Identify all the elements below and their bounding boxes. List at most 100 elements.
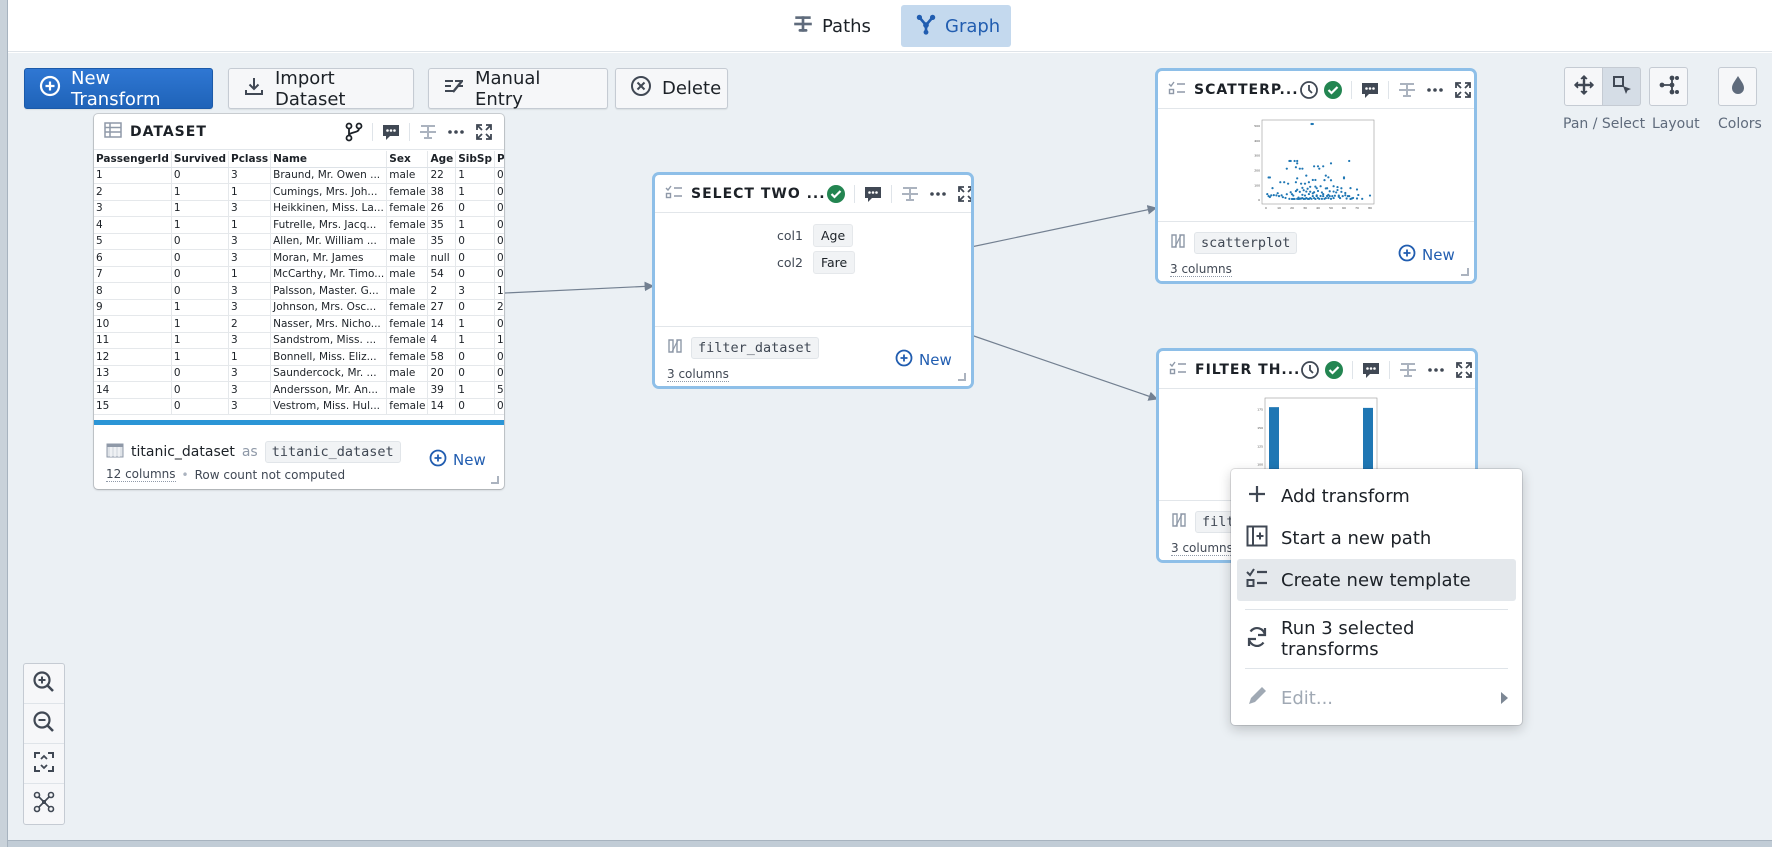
resize-handle[interactable] xyxy=(958,373,966,381)
menu-item-start-new-path[interactable]: Start a new path xyxy=(1237,517,1516,559)
table-row[interactable]: 1012Nasser, Mrs. Nicho...female1410237 xyxy=(94,315,504,333)
delete-label: Delete xyxy=(662,78,722,99)
scatter-point xyxy=(1344,194,1347,197)
dataset-node-header: DATASET xyxy=(94,114,504,150)
fit-to-view-button[interactable] xyxy=(24,744,64,784)
layout-button[interactable] xyxy=(1649,67,1688,106)
paths-icon[interactable] xyxy=(900,184,920,204)
more-icon[interactable] xyxy=(446,122,466,142)
table-row[interactable]: 1211Bonnell, Miss. Eliz...female5800113 xyxy=(94,348,504,366)
comment-icon[interactable] xyxy=(381,122,401,142)
graph-canvas[interactable]: New Transform Import Dataset Manual Entr… xyxy=(8,53,1772,840)
scatterplot-node[interactable]: SCATTERP... 0 100 200 300 400 500 0 10 20 30 40 50 6… xyxy=(1158,71,1474,281)
colors-button[interactable] xyxy=(1718,67,1757,106)
column-header[interactable]: SibSp xyxy=(455,151,495,168)
scatterplot-preview[interactable]: 0 100 200 300 400 500 0 10 20 30 40 50 60 70 80 xyxy=(1248,116,1378,212)
comment-icon[interactable] xyxy=(1361,360,1381,380)
param-value[interactable]: Fare xyxy=(812,251,856,274)
column-header[interactable]: Age xyxy=(427,151,457,168)
scatter-point xyxy=(1322,165,1325,168)
zoom-in-button[interactable] xyxy=(24,664,64,704)
menu-item-create-new-template[interactable]: Create new template xyxy=(1237,559,1516,601)
import-dataset-button[interactable]: Import Dataset xyxy=(228,68,414,110)
menu-item-add-transform[interactable]: Add transform xyxy=(1237,475,1516,517)
select-new-button[interactable]: New xyxy=(895,349,952,371)
scatter-point xyxy=(1319,194,1322,198)
column-header[interactable]: Sex xyxy=(386,151,429,168)
more-icon[interactable] xyxy=(928,184,948,204)
pan-button[interactable] xyxy=(1564,67,1603,106)
paths-icon[interactable] xyxy=(418,122,438,142)
paths-icon[interactable] xyxy=(1398,360,1418,380)
table-row[interactable]: 1303Saundercock, Mr. ...male2000A/5 xyxy=(94,365,504,382)
column-header[interactable]: Name xyxy=(270,151,388,168)
delete-button[interactable]: Delete xyxy=(615,68,728,109)
submenu-caret-icon xyxy=(1501,692,1508,704)
more-icon[interactable] xyxy=(1425,80,1445,100)
maximize-icon[interactable] xyxy=(1454,360,1474,380)
zoom-out-button[interactable] xyxy=(24,704,64,744)
table-row[interactable]: 913Johnson, Mrs. Osc...female2702347 xyxy=(94,299,504,316)
maximize-icon[interactable] xyxy=(1453,80,1473,100)
dataset-preview-table[interactable]: PassengerId Survived Pclass Name Sex Age SibSp… xyxy=(94,151,504,421)
param-value[interactable]: Age xyxy=(812,224,854,247)
table-row[interactable]: 411Futrelle, Mrs. Jacq...female3510113 xyxy=(94,216,504,234)
scatter-new-button[interactable]: New xyxy=(1398,244,1455,266)
scatter-point xyxy=(1296,159,1299,163)
table-cell: 0 xyxy=(455,266,495,283)
output-name-chip[interactable]: filter_dataset xyxy=(691,337,819,359)
table-row[interactable]: 211Cumings, Mrs. Joh...female3810PC xyxy=(94,183,504,201)
table-cell: 38 xyxy=(427,183,457,201)
table-row[interactable]: 701McCarthy, Mr. Timo...male5400174 xyxy=(94,266,504,283)
comment-icon[interactable] xyxy=(863,184,883,204)
menu-item-run-selected[interactable]: Run 3 selected transforms xyxy=(1237,618,1516,660)
resize-handle[interactable] xyxy=(1461,268,1469,276)
column-header[interactable]: Survived xyxy=(171,151,230,168)
branch-icon[interactable] xyxy=(344,122,364,142)
table-cell: 0 xyxy=(171,233,230,250)
dataset-node[interactable]: DATASET PassengerId Survived Pclass Name Sex… xyxy=(94,114,504,489)
paths-icon[interactable] xyxy=(1397,80,1417,100)
table-row[interactable]: 503Allen, Mr. William ...male3500373 xyxy=(94,233,504,250)
maximize-icon[interactable] xyxy=(956,184,971,204)
select-button[interactable] xyxy=(1602,67,1641,106)
new-transform-button[interactable]: New Transform xyxy=(24,68,213,110)
table-row[interactable]: 313Heikkinen, Miss. La...female2600STO xyxy=(94,200,504,217)
scatter-point xyxy=(1301,167,1304,170)
graph-fit-button[interactable] xyxy=(24,784,64,824)
columns-count[interactable]: 3 columns xyxy=(1170,262,1232,277)
y-tick-label: 125 xyxy=(1257,444,1263,448)
comment-icon[interactable] xyxy=(1360,80,1380,100)
new-label: New xyxy=(919,351,952,369)
table-cell: 4 xyxy=(427,332,457,349)
table-row[interactable]: 1403Andersson, Mr. An...male3915347 xyxy=(94,381,504,399)
table-row[interactable]: 103Braund, Mr. Owen ...male2210A/5 xyxy=(94,167,504,184)
more-icon[interactable] xyxy=(1426,360,1446,380)
output-name-chip[interactable]: scatterplot xyxy=(1194,232,1298,254)
table-cell: 0 xyxy=(171,381,230,399)
tab-graph[interactable]: Graph xyxy=(901,5,1011,47)
network-icon xyxy=(32,790,56,818)
table-icon xyxy=(104,121,122,142)
column-header[interactable]: Parch xyxy=(494,151,504,168)
maximize-icon[interactable] xyxy=(474,122,494,142)
table-row[interactable]: 603Moran, Mr. Jamesmalenull00330 xyxy=(94,249,504,267)
columns-count[interactable]: 12 columns xyxy=(106,467,176,482)
manual-entry-button[interactable]: Manual Entry xyxy=(428,68,608,110)
resize-handle[interactable] xyxy=(491,476,499,484)
tab-paths[interactable]: Paths xyxy=(778,5,885,47)
table-cell: 8 xyxy=(94,282,172,300)
table-row[interactable]: 803Palsson, Master. G...male231349 xyxy=(94,282,504,300)
table-cell: 3 xyxy=(228,365,272,382)
columns-count[interactable]: 3 columns xyxy=(667,367,729,382)
column-header[interactable]: PassengerId xyxy=(94,151,172,168)
table-row[interactable]: 1503Vestrom, Miss. Hul...female1400350 xyxy=(94,398,504,415)
column-header[interactable]: Pclass xyxy=(228,151,272,168)
menu-item-edit[interactable]: Edit... xyxy=(1237,677,1516,719)
dataset-new-button[interactable]: New xyxy=(429,449,486,471)
dataset-alias-chip[interactable]: titanic_dataset xyxy=(264,441,401,463)
table-row[interactable]: 1113Sandstrom, Miss. ...female411PP xyxy=(94,332,504,349)
select-two-node[interactable]: SELECT TWO ... col1 Age col2 Fare filter… xyxy=(655,175,971,386)
columns-count[interactable]: 3 columns xyxy=(1171,541,1233,556)
droplet-icon xyxy=(1727,74,1749,100)
